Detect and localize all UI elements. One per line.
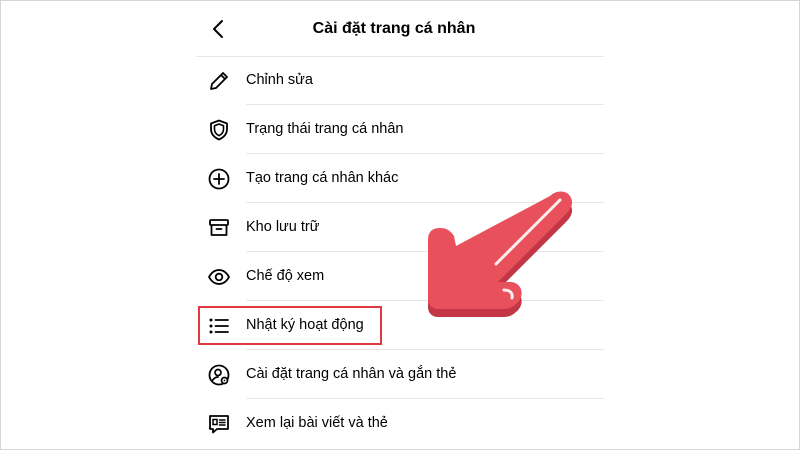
review-posts-icon <box>207 412 231 436</box>
pointer-arrow-annotation <box>410 178 580 328</box>
plus-circle-icon <box>207 167 231 191</box>
menu-item-label: Trạng thái trang cá nhân <box>246 121 404 137</box>
menu-item-label: Xem lại bài viết và thẻ <box>246 415 388 431</box>
user-settings-icon <box>207 363 231 387</box>
menu-item-label: Chỉnh sửa <box>246 72 313 88</box>
eye-icon <box>207 265 231 289</box>
menu-item-edit[interactable]: Chỉnh sửa <box>196 56 604 105</box>
menu-item-label: Tạo trang cá nhân khác <box>246 170 399 186</box>
menu-item-label: Chế độ xem <box>246 268 325 284</box>
menu-item-label: Nhật ký hoạt động <box>246 317 364 333</box>
menu-item-label: Cài đặt trang cá nhân và gắn thẻ <box>246 366 457 382</box>
pencil-icon <box>207 69 231 93</box>
menu-item-profile-tag-settings[interactable]: Cài đặt trang cá nhân và gắn thẻ <box>196 350 604 399</box>
list-icon <box>207 314 231 338</box>
menu-item-label: Kho lưu trữ <box>246 219 320 235</box>
menu-item-profile-status[interactable]: Trạng thái trang cá nhân <box>196 105 604 154</box>
archive-box-icon <box>207 216 231 240</box>
header-bar: Cài đặt trang cá nhân <box>196 0 604 57</box>
shield-icon <box>207 118 231 142</box>
page-title: Cài đặt trang cá nhân <box>312 20 476 37</box>
menu-item-review-posts[interactable]: Xem lại bài viết và thẻ <box>196 399 604 448</box>
